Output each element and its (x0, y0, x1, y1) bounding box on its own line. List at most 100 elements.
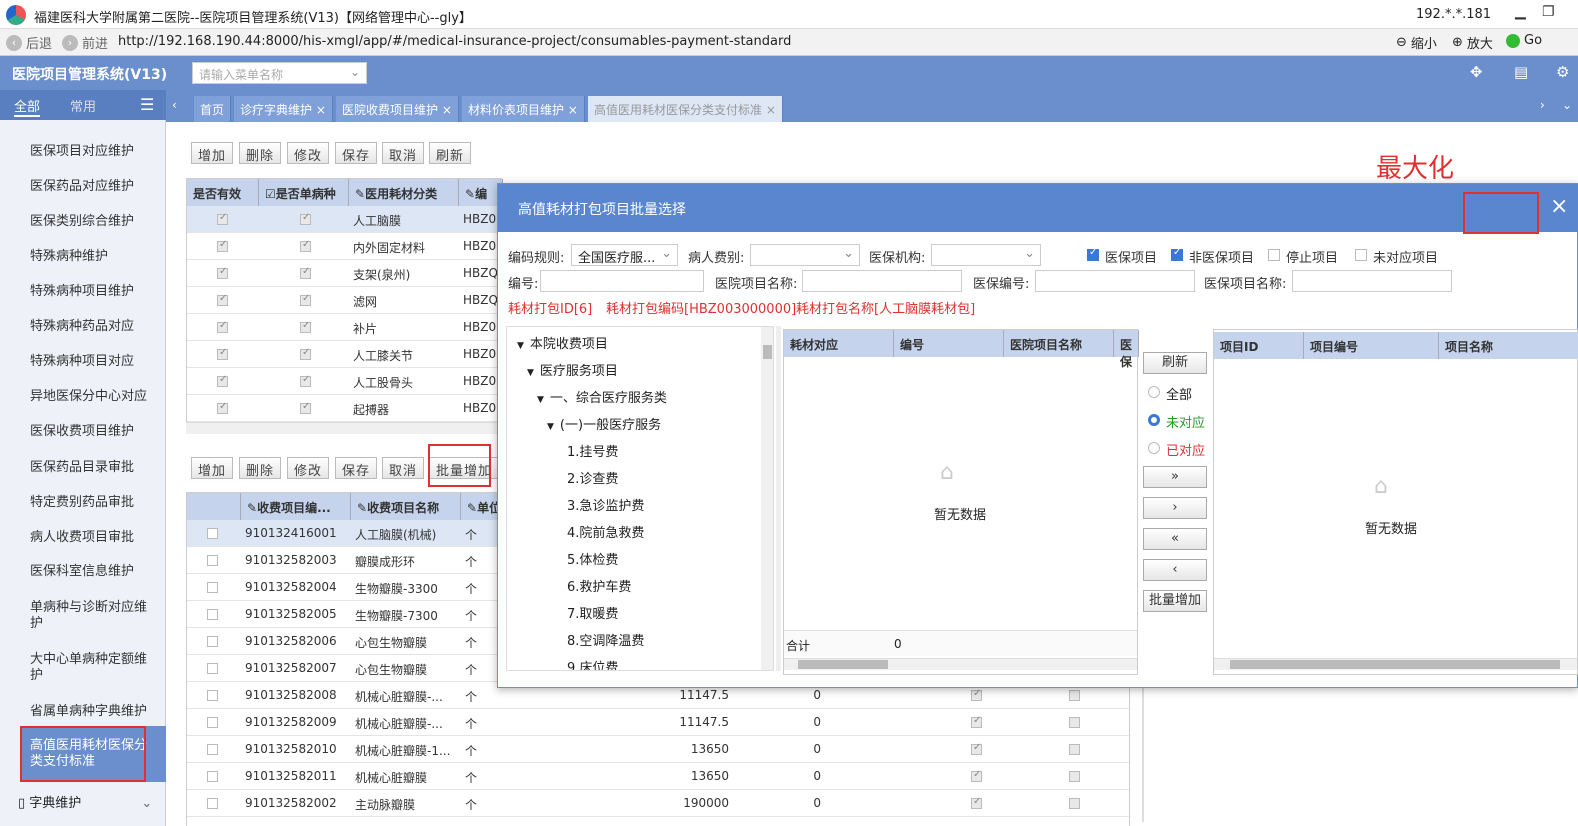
tree-node[interactable]: 4.院前急救费 (567, 522, 644, 541)
checkbox-non-insurance-items[interactable] (1171, 247, 1183, 261)
horizontal-scrollbar[interactable] (186, 422, 502, 434)
sidebar-item[interactable]: 省属单病种字典维护 (30, 704, 160, 720)
row-checkbox[interactable] (207, 663, 218, 674)
sidebar-item[interactable]: 医保项目对应维护 (30, 144, 160, 160)
cancel-button[interactable]: 取消 (382, 142, 425, 164)
sidebar-tab-common[interactable]: 常用 (70, 96, 96, 115)
tab-material-price[interactable]: 材料价表项目维护 × (462, 96, 585, 122)
row-flag-checkbox[interactable] (971, 688, 982, 701)
sidebar-item[interactable]: 医保药品目录审批 (30, 460, 160, 476)
row-flag-checkbox[interactable] (1069, 744, 1080, 755)
tree-node[interactable]: 8.空调降温费 (567, 630, 644, 649)
cancel-button[interactable]: 取消 (382, 457, 425, 479)
row-flag-checkbox[interactable] (971, 742, 982, 755)
edit-button[interactable]: 修改 (287, 457, 330, 479)
move-left-button[interactable]: ‹ (1143, 559, 1207, 581)
column-header[interactable]: 项目名称 (1439, 332, 1578, 359)
tree-node[interactable]: 7.取暖费 (567, 603, 618, 622)
tab-home[interactable]: 首页 (194, 96, 232, 122)
tree-node[interactable]: 5.体检费 (567, 549, 618, 568)
delete-button[interactable]: 删除 (239, 142, 282, 164)
row-checkbox[interactable] (207, 582, 218, 593)
tree-node[interactable]: 1.挂号费 (567, 441, 618, 460)
horizontal-scrollbar[interactable] (784, 658, 1137, 670)
column-header[interactable]: ✎收费项目名称 (351, 493, 461, 520)
gear-icon[interactable]: ⚙ (1556, 63, 1569, 81)
menu-search-input[interactable]: 请输入菜单名称 ⌄ (192, 62, 367, 84)
restore-icon[interactable]: ❐ (1542, 4, 1555, 20)
go-button[interactable]: Go (1506, 33, 1542, 48)
save-button[interactable]: 保存 (335, 457, 378, 479)
single-disease-checkbox[interactable] (300, 374, 311, 387)
column-header[interactable]: 医保 (1114, 330, 1139, 369)
column-header[interactable]: 项目ID (1214, 332, 1304, 359)
code-input[interactable] (540, 270, 704, 292)
column-header[interactable]: 项目编号 (1304, 332, 1439, 359)
column-header[interactable]: 耗材对应 (784, 330, 894, 357)
row-flag-checkbox[interactable] (971, 769, 982, 782)
sidebar-item[interactable]: 特殊病种项目对应 (30, 354, 160, 370)
move-all-left-button[interactable]: « (1143, 528, 1207, 550)
row-flag-checkbox[interactable] (971, 715, 982, 728)
single-disease-checkbox[interactable] (300, 266, 311, 279)
refresh-button[interactable]: 刷新 (429, 142, 472, 164)
tree-node[interactable]: ▼ 医疗服务项目 (527, 360, 618, 379)
insurance-code-input[interactable] (1035, 270, 1195, 292)
sidebar-footer[interactable]: ▯ 字典维护 ⌄ (18, 792, 152, 811)
tree-node[interactable]: ▼ 一、综合医疗服务类 (537, 387, 667, 406)
url-field[interactable]: http://192.168.190.44:8000/his-xmgl/app/… (118, 34, 791, 49)
table-row[interactable]: 人工股骨头 HBZ0 (187, 368, 503, 395)
row-checkbox[interactable] (207, 555, 218, 566)
tool-icon[interactable]: ✥ (1470, 63, 1483, 81)
delete-button[interactable]: 删除 (239, 457, 282, 479)
column-header[interactable]: 是否有效 (187, 179, 259, 206)
checkbox-unmatched-items[interactable] (1355, 249, 1367, 261)
close-icon[interactable]: × (442, 103, 452, 117)
tree-node[interactable]: ▼ (一)一般医疗服务 (547, 414, 661, 433)
row-flag-checkbox[interactable] (1069, 690, 1080, 701)
tree-node[interactable]: 6.救护车费 (567, 576, 631, 595)
caret-down-icon[interactable]: ▼ (547, 422, 554, 432)
row-checkbox[interactable] (207, 717, 218, 728)
valid-checkbox[interactable] (217, 401, 228, 414)
row-checkbox[interactable] (207, 609, 218, 620)
sidebar-item[interactable]: 特殊病种药品对应 (30, 319, 160, 335)
document-icon[interactable]: ▤ (1514, 63, 1528, 81)
column-header[interactable]: ✎收费项目编... (241, 493, 351, 520)
single-disease-checkbox[interactable] (300, 401, 311, 414)
table-row[interactable]: 滤网 HBZQ (187, 287, 503, 314)
sidebar-item[interactable]: 特殊病种维护 (30, 249, 160, 265)
patient-fee-select[interactable]: ⌄ (750, 244, 860, 266)
table-row[interactable]: 910132582011 机械心脏瓣膜 个 13650 0 (187, 763, 1131, 790)
table-row[interactable]: 910132582010 机械心脏瓣膜-1... 个 13650 0 (187, 736, 1131, 763)
single-disease-checkbox[interactable] (300, 347, 311, 360)
caret-down-icon[interactable]: ▼ (527, 368, 534, 378)
refresh-button[interactable]: 刷新 (1143, 352, 1207, 374)
row-flag-checkbox[interactable] (971, 796, 982, 809)
tree-node[interactable]: 9.床位费 (567, 657, 618, 670)
close-icon[interactable]: × (316, 103, 326, 117)
valid-checkbox[interactable] (217, 266, 228, 279)
table-row[interactable]: 内外固定材料 HBZ0 (187, 233, 503, 260)
sidebar-item[interactable]: 医保类别综合维护 (30, 214, 160, 230)
sidebar-item[interactable]: 医保科室信息维护 (30, 564, 160, 580)
table-row[interactable]: 支架(泉州) HBZQ (187, 260, 503, 287)
edit-button[interactable]: 修改 (287, 142, 330, 164)
single-disease-checkbox[interactable] (300, 212, 311, 225)
single-disease-checkbox[interactable] (300, 293, 311, 306)
close-icon[interactable]: × (1550, 194, 1568, 219)
table-row[interactable]: 起搏器 HBZ0 (187, 395, 503, 422)
valid-checkbox[interactable] (217, 374, 228, 387)
row-checkbox[interactable] (207, 798, 218, 809)
row-checkbox[interactable] (207, 690, 218, 701)
zoom-in-button[interactable]: ⊕ 放大 (1452, 33, 1493, 52)
single-disease-checkbox[interactable] (300, 239, 311, 252)
close-icon[interactable]: × (766, 103, 776, 117)
sidebar-item[interactable]: 特殊病种项目维护 (30, 284, 160, 300)
add-button[interactable]: 增加 (191, 142, 234, 164)
horizontal-scrollbar[interactable] (1214, 658, 1577, 670)
add-button[interactable]: 增加 (191, 457, 234, 479)
tree-node[interactable]: 2.诊查费 (567, 468, 618, 487)
move-right-button[interactable]: › (1143, 497, 1207, 519)
menu-toggle-icon[interactable]: ☰ (140, 95, 154, 114)
